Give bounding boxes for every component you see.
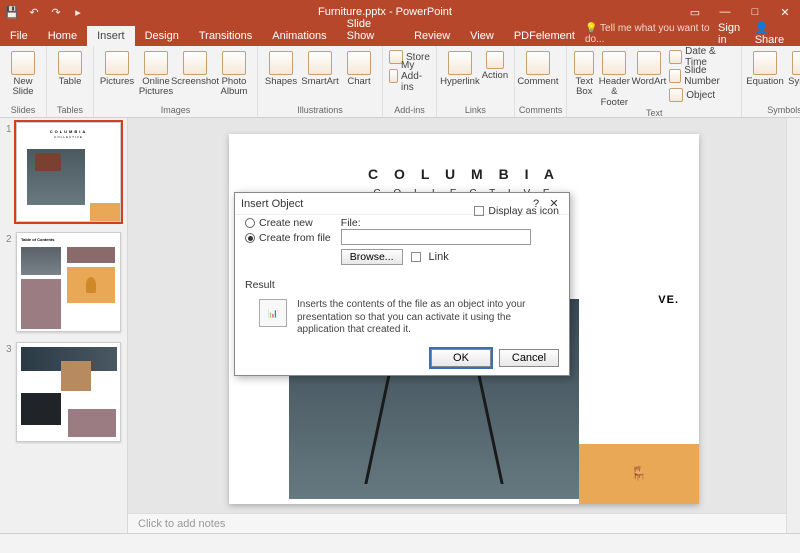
smartart-button[interactable]: SmartArt — [301, 48, 339, 87]
new-slide-button[interactable]: New Slide — [4, 48, 42, 98]
from-beginning-icon[interactable]: ▸ — [70, 4, 86, 20]
result-label: Result — [245, 279, 559, 291]
shapes-button[interactable]: Shapes — [262, 48, 300, 87]
notes-pane[interactable]: Click to add notes — [128, 513, 800, 533]
insert-object-dialog: Insert Object ? ✕ Display as icon Create… — [234, 192, 570, 376]
save-icon[interactable]: 💾 — [4, 4, 20, 20]
object-button[interactable]: Object — [667, 86, 737, 104]
equation-button[interactable]: Equation — [746, 48, 784, 87]
tab-animations[interactable]: Animations — [262, 26, 336, 46]
action-button[interactable]: Action — [480, 48, 510, 81]
thumb-slide-2[interactable]: Table of Contents — [16, 232, 121, 332]
pictures-button[interactable]: Pictures — [98, 48, 136, 87]
chart-button[interactable]: Chart — [340, 48, 378, 87]
tab-view[interactable]: View — [460, 26, 504, 46]
photo-album-button[interactable]: Photo Album — [215, 48, 253, 98]
display-as-icon-label: Display as icon — [488, 205, 559, 217]
slide-title: C O L U M B I A — [229, 166, 699, 182]
tab-design[interactable]: Design — [135, 26, 189, 46]
undo-icon[interactable]: ↶ — [26, 4, 42, 20]
tab-insert[interactable]: Insert — [87, 26, 135, 46]
signin-link[interactable]: Sign in — [718, 22, 747, 46]
tab-slideshow[interactable]: Slide Show — [337, 14, 404, 46]
file-path-input[interactable] — [341, 229, 531, 245]
share-button[interactable]: 👤 Share — [755, 21, 794, 46]
wordart-button[interactable]: WordArt — [632, 48, 667, 87]
ribbon: New Slide Slides Table Tables Pictures O… — [0, 46, 800, 118]
display-as-icon-checkbox[interactable] — [474, 206, 484, 216]
comment-button[interactable]: Comment — [519, 48, 557, 87]
slide-thumbnails: 1 COLUMBIACOLLECTIVE 2 Table of Contents… — [0, 118, 128, 533]
tab-pdfelement[interactable]: PDFelement — [504, 26, 585, 46]
my-addins-button[interactable]: My Add-ins — [387, 67, 432, 85]
slide-accent-block: 🪑 — [579, 444, 699, 504]
thumb-slide-1[interactable]: COLUMBIACOLLECTIVE — [16, 122, 121, 222]
status-bar — [0, 533, 800, 553]
tab-file[interactable]: File — [0, 26, 38, 46]
link-checkbox[interactable] — [411, 252, 421, 262]
symbol-button[interactable]: Symbol — [785, 48, 800, 87]
text-box-button[interactable]: Text Box — [571, 48, 597, 98]
tab-home[interactable]: Home — [38, 26, 87, 46]
result-icon: 📊 — [259, 299, 287, 327]
thumb-slide-3[interactable] — [16, 342, 121, 442]
screenshot-button[interactable]: Screenshot — [176, 48, 214, 87]
header-footer-button[interactable]: Header & Footer — [598, 48, 630, 108]
redo-icon[interactable]: ↷ — [48, 4, 64, 20]
tab-review[interactable]: Review — [404, 26, 460, 46]
create-from-file-radio[interactable]: Create from file — [245, 232, 331, 244]
table-button[interactable]: Table — [51, 48, 89, 87]
vertical-scrollbar[interactable] — [786, 118, 800, 533]
cancel-button[interactable]: Cancel — [499, 349, 559, 367]
create-new-radio[interactable]: Create new — [245, 217, 331, 229]
link-label: Link — [429, 251, 449, 263]
tell-me[interactable]: 💡 Tell me what you want to do... — [585, 23, 710, 45]
tab-transitions[interactable]: Transitions — [189, 26, 262, 46]
ribbon-tabs: File Home Insert Design Transitions Anim… — [0, 24, 800, 46]
ok-button[interactable]: OK — [431, 349, 491, 367]
slide-number-button[interactable]: Slide Number — [667, 67, 737, 85]
result-description: Inserts the contents of the file as an o… — [297, 299, 527, 337]
chair-icon: 🪑 — [630, 465, 647, 482]
online-pictures-button[interactable]: Online Pictures — [137, 48, 175, 98]
file-label: File: — [341, 217, 559, 229]
date-time-button[interactable]: Date & Time — [667, 48, 737, 66]
hyperlink-button[interactable]: Hyperlink — [441, 48, 479, 87]
browse-button[interactable]: Browse... — [341, 249, 403, 265]
